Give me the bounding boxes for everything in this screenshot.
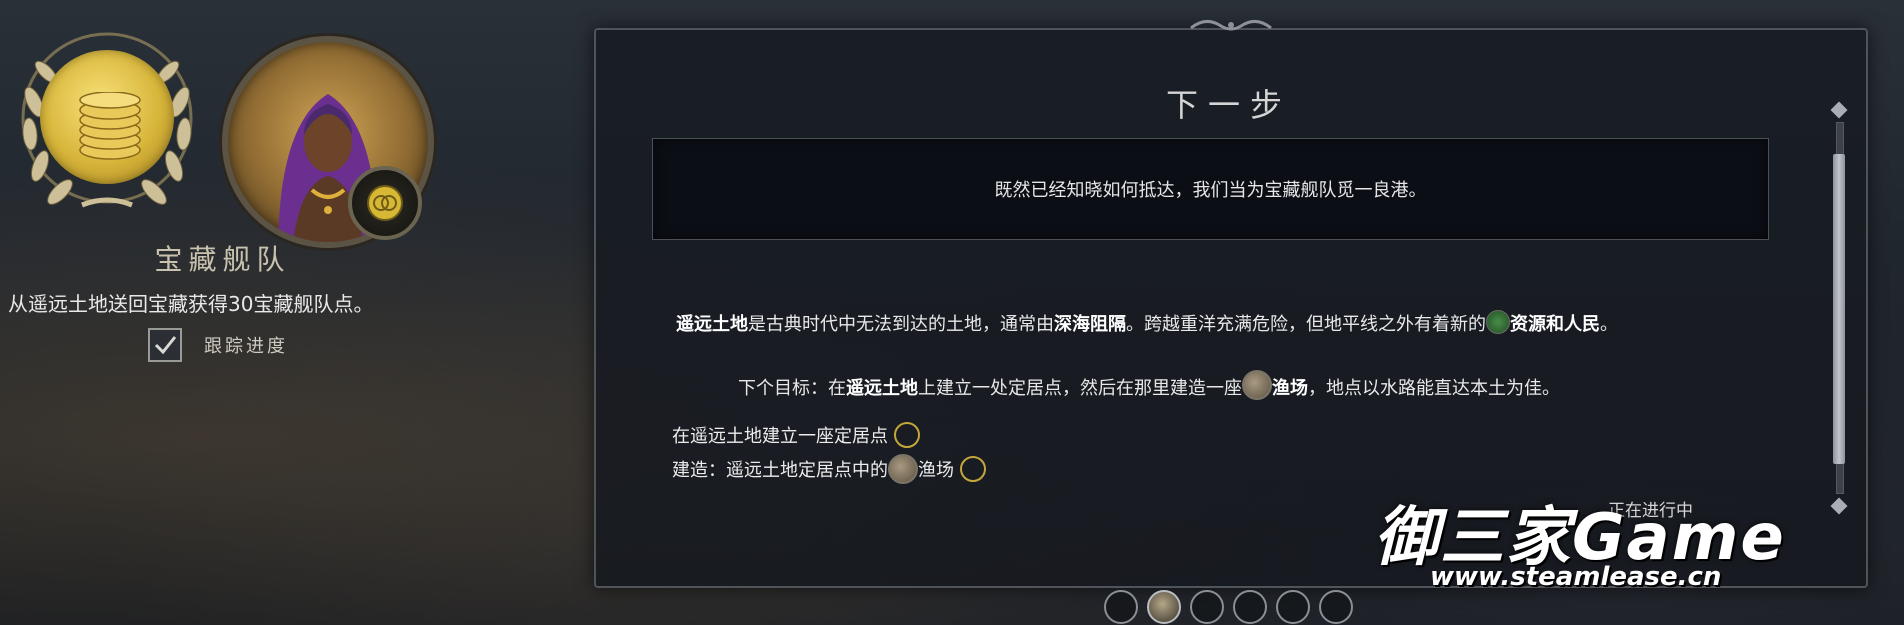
resource-leaf-icon — [1486, 310, 1510, 334]
page-dot[interactable] — [1319, 590, 1353, 624]
objective-item: 建造：遥远土地定居点中的 渔场 — [672, 452, 986, 486]
objective-description: 从遥远土地送回宝藏获得30宝藏舰队点。 — [8, 292, 374, 316]
page-indicator — [1104, 590, 1353, 624]
fishing-boats-icon — [1242, 370, 1272, 400]
ornament-icon — [1190, 20, 1272, 31]
objective-title: 宝藏舰队 — [154, 243, 291, 276]
term-distant-lands: 遥远土地 — [676, 314, 748, 335]
watermark: 御三家Game www.steamlease.cn — [1360, 486, 1880, 596]
page-dot[interactable] — [1190, 590, 1224, 624]
panel-title: 下一步 — [1165, 86, 1292, 124]
page-dot-active[interactable] — [1147, 590, 1181, 624]
track-progress-toggle[interactable]: 跟踪进度 — [148, 328, 288, 362]
quote-box: 既然已经知晓如何抵达，我们当为宝藏舰队觅一良港。 — [652, 138, 1769, 240]
quote-text: 既然已经知晓如何抵达，我们当为宝藏舰队觅一良港。 — [994, 180, 1427, 201]
gold-coin-laurel-icon — [12, 30, 202, 220]
watermark-url: www.steamlease.cn — [1430, 562, 1722, 592]
term-resources-people: 资源和人民 — [1510, 314, 1600, 335]
body-paragraph: 遥远土地是古典时代中无法到达的土地，通常由深海阻隔。跨越重洋充满危险，但地平线之… — [676, 310, 1746, 336]
objective-item: 在遥远土地建立一座定居点 — [672, 418, 986, 452]
page-dot[interactable] — [1104, 590, 1138, 624]
next-goal-line: 下个目标：在遥远土地上建立一处定居点，然后在那里建造一座 渔场，地点以水路能直达本… — [738, 370, 1560, 400]
scroll-up-arrow-icon[interactable] — [1830, 101, 1848, 119]
objective-list: 在遥远土地建立一座定居点 建造：遥远土地定居点中的 渔场 — [672, 418, 986, 486]
track-progress-checkbox[interactable] — [148, 328, 182, 362]
objective-incomplete-icon — [894, 422, 920, 448]
track-progress-label: 跟踪进度 — [204, 336, 288, 357]
checkmark-icon — [154, 336, 177, 355]
page-dot[interactable] — [1233, 590, 1267, 624]
page-dot[interactable] — [1276, 590, 1310, 624]
term-deep-ocean: 深海阻隔 — [1054, 314, 1126, 335]
coin-badge-icon — [348, 166, 422, 240]
scrollbar[interactable] — [1830, 101, 1848, 515]
scroll-thumb[interactable] — [1833, 154, 1845, 464]
fishing-boats-icon — [888, 454, 918, 484]
objective-incomplete-icon — [960, 456, 986, 482]
objective-summary-panel: 宝藏舰队 从遥远土地送回宝藏获得30宝藏舰队点。 跟踪进度 — [0, 0, 590, 625]
